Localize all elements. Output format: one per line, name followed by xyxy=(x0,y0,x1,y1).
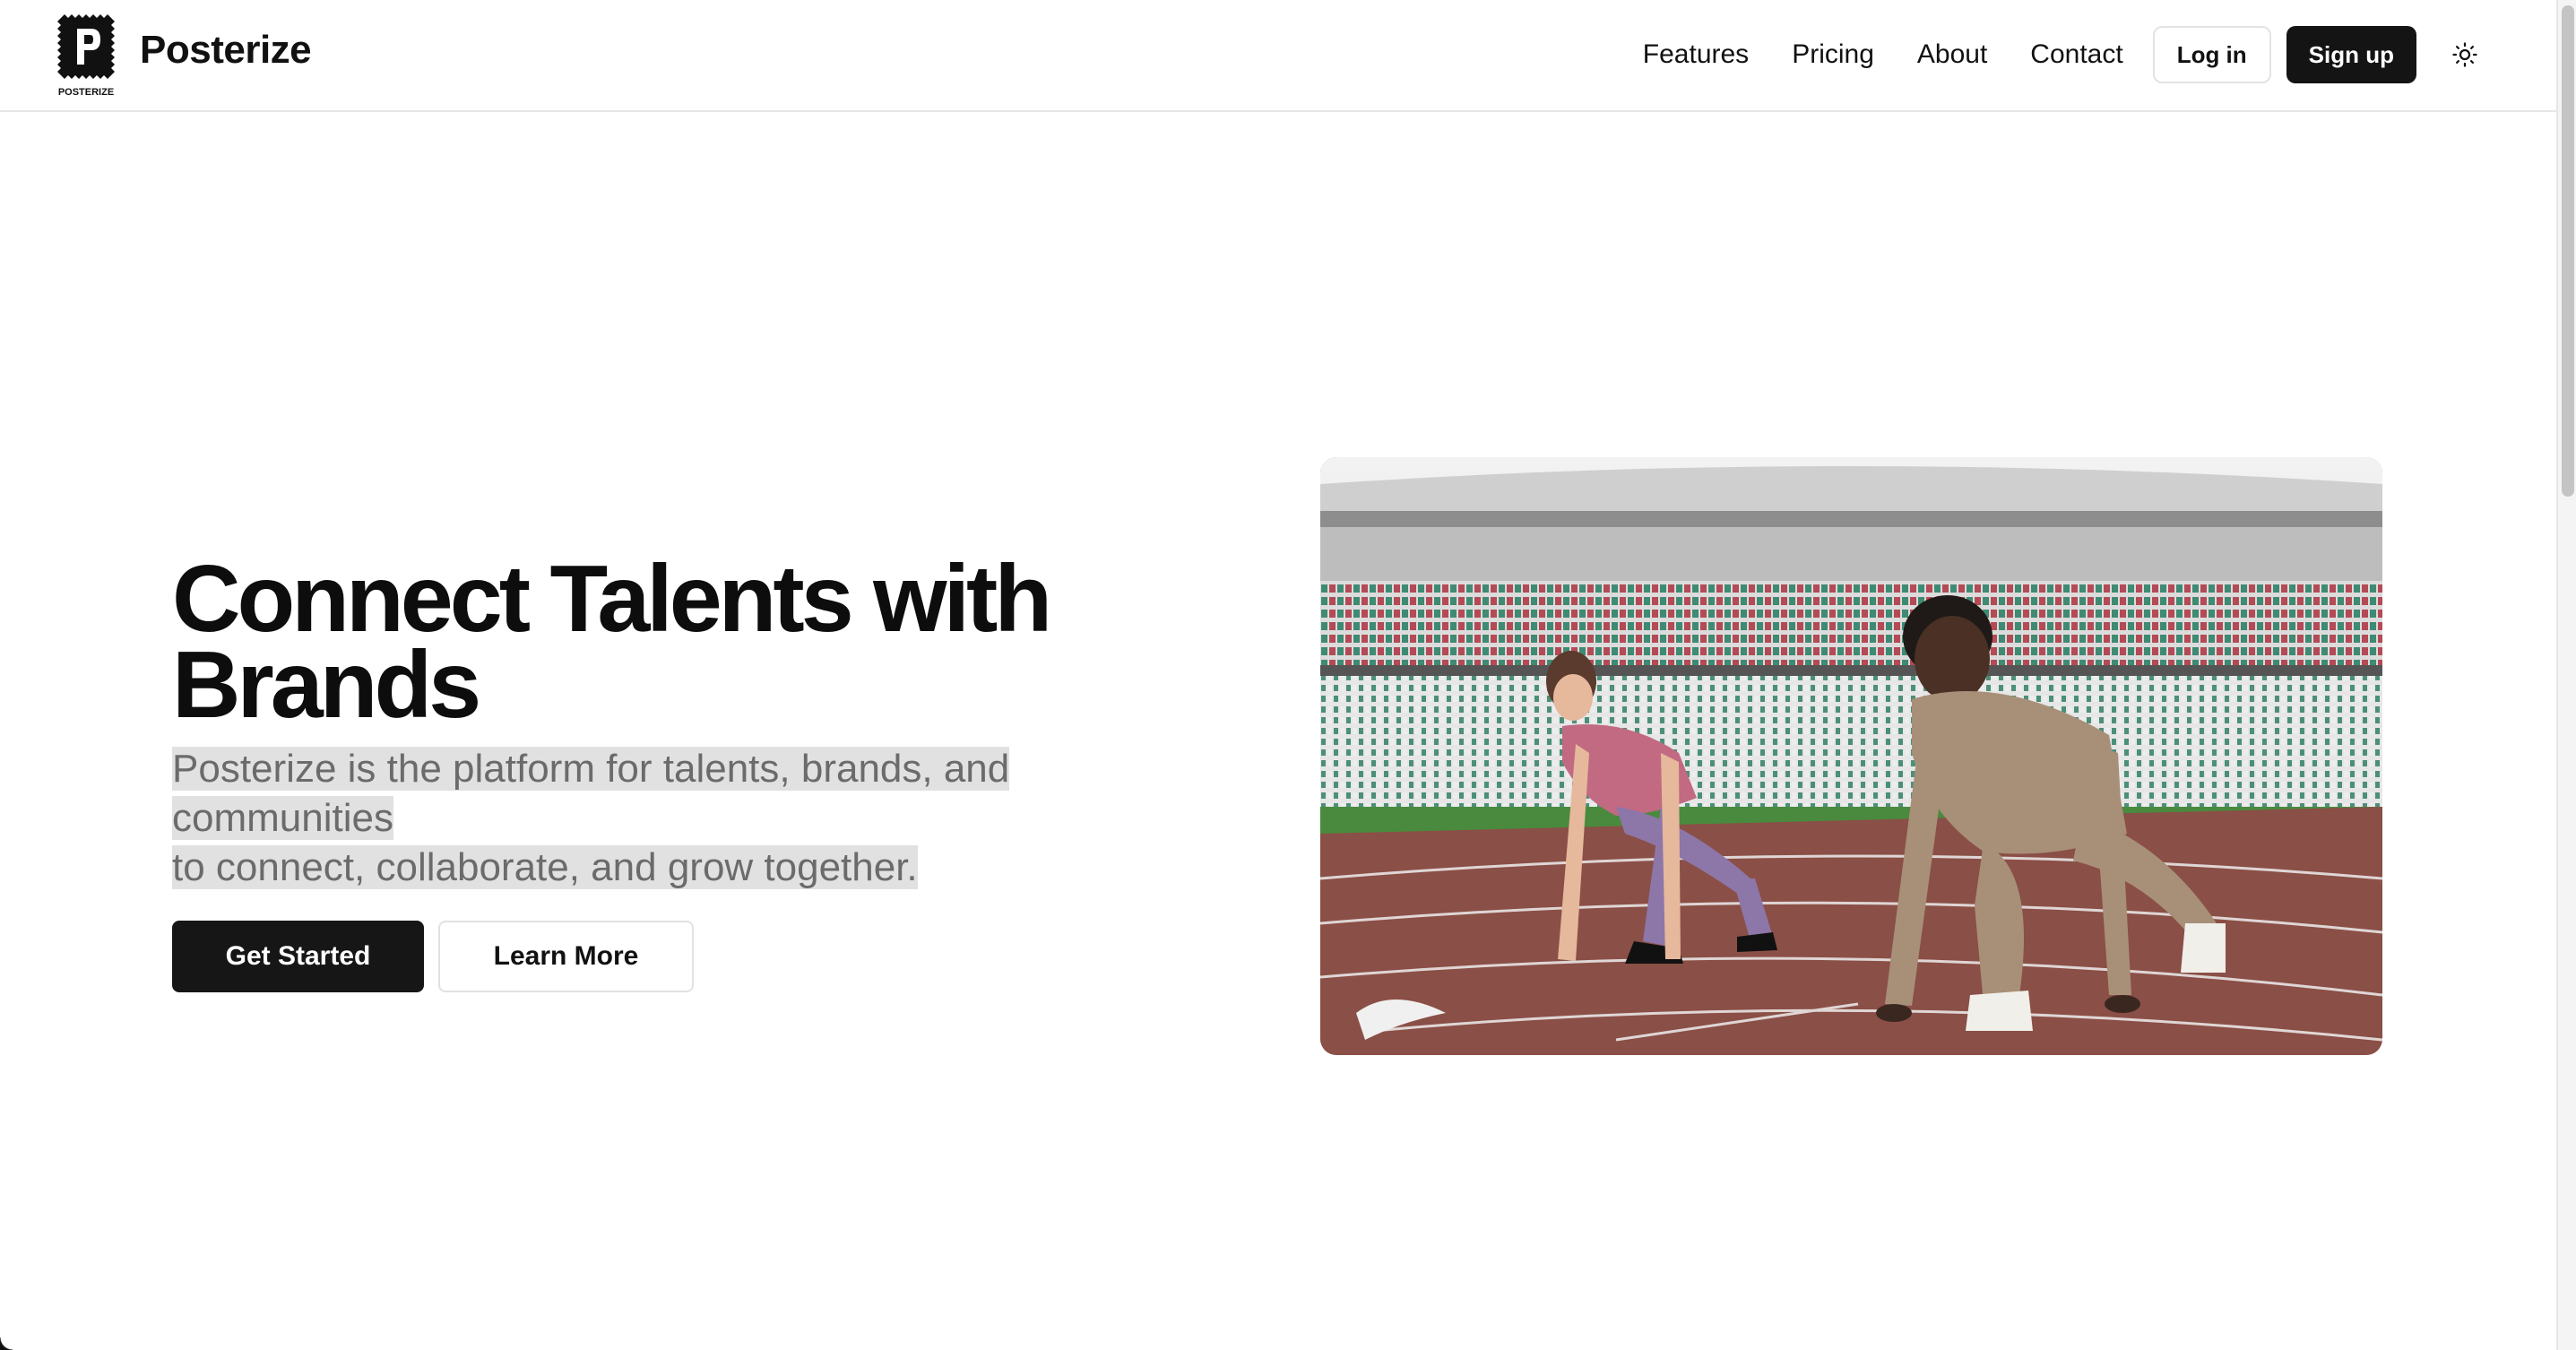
hero-section: Connect Talents with Brands Posterize is… xyxy=(172,546,1284,992)
nav-pricing[interactable]: Pricing xyxy=(1792,39,1874,70)
page: POSTERIZE Posterize Features Pricing Abo… xyxy=(0,0,2576,1350)
sprinters-illustration xyxy=(1320,457,2382,1055)
hero-subtitle-line1: Posterize is the platform for talents, b… xyxy=(172,747,1010,840)
posterize-logo: POSTERIZE xyxy=(57,14,115,98)
hero-title: Connect Talents with Brands xyxy=(172,546,1052,738)
scrollbar[interactable] xyxy=(2556,0,2576,1350)
scrollbar-thumb[interactable] xyxy=(2562,5,2574,497)
hero-image xyxy=(1320,457,2382,1055)
get-started-button[interactable]: Get Started xyxy=(172,921,424,992)
theme-toggle-button[interactable] xyxy=(2447,37,2483,73)
login-button[interactable]: Log in xyxy=(2152,26,2271,83)
hero-subtitle: Posterize is the platform for talents, b… xyxy=(172,744,1230,892)
hero-subtitle-line2: to connect, collaborate, and grow togeth… xyxy=(172,845,918,889)
brand[interactable]: POSTERIZE Posterize xyxy=(56,13,312,99)
sun-icon xyxy=(2452,42,2477,67)
nav-about[interactable]: About xyxy=(1917,39,1987,70)
logo-text: POSTERIZE xyxy=(58,87,114,98)
main-nav: Features Pricing About Contact Log in Si… xyxy=(1643,26,2483,83)
brand-name: Posterize xyxy=(140,28,312,72)
window-corner xyxy=(0,1337,13,1350)
hero-buttons: Get Started Learn More xyxy=(172,921,1284,992)
nav-features[interactable]: Features xyxy=(1643,39,1749,70)
signup-button[interactable]: Sign up xyxy=(2286,26,2416,83)
nav-contact[interactable]: Contact xyxy=(2030,39,2122,70)
site-header: POSTERIZE Posterize Features Pricing Abo… xyxy=(0,0,2556,112)
learn-more-button[interactable]: Learn More xyxy=(438,921,694,992)
